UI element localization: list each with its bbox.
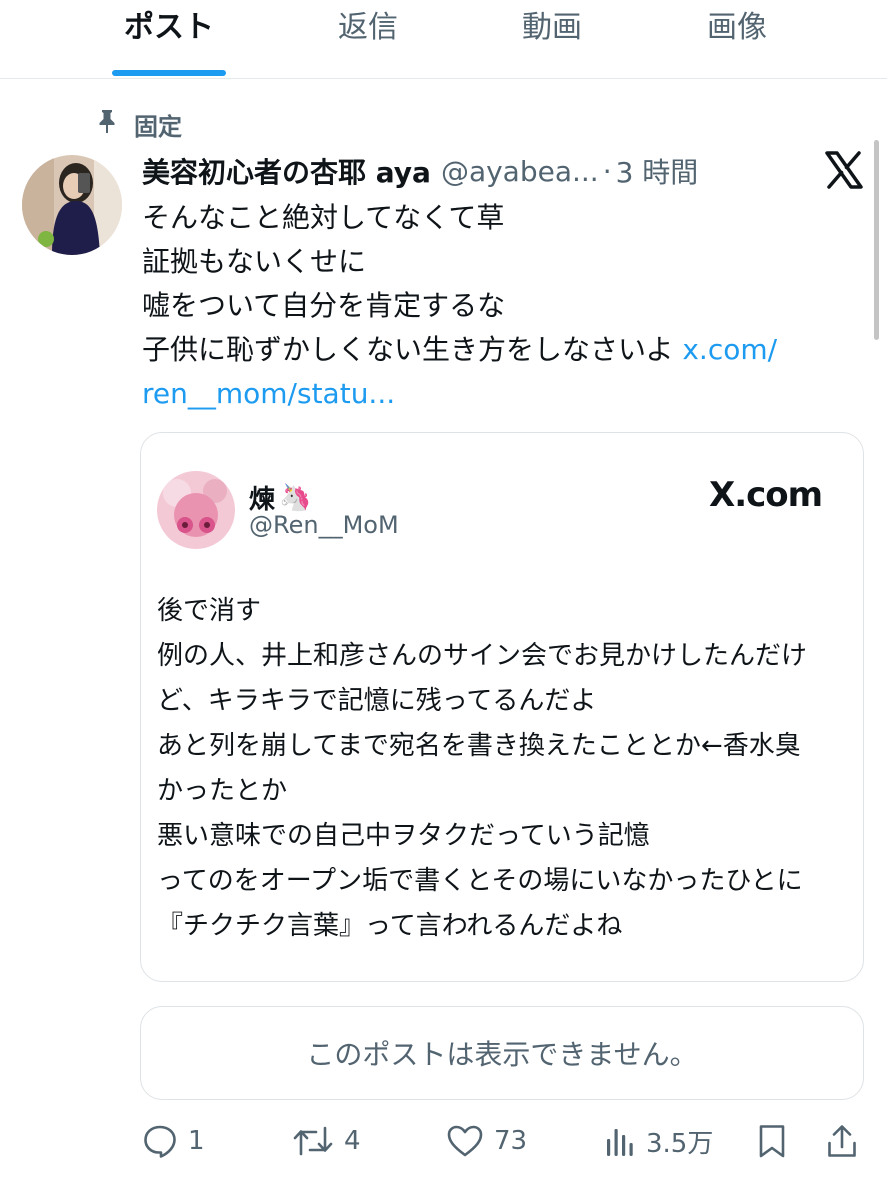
quote-body-line: ってのをオープン垢で書くとその場にいなかったひとに [157, 866, 803, 896]
quote-body-line: 悪い意味での自己中ヲタクだっていう記憶 [157, 821, 650, 851]
card-site-label: X.com [709, 475, 823, 515]
repost-count: 4 [344, 1126, 361, 1156]
quote-body-line: かったとか [157, 776, 288, 806]
link-preview-card[interactable]: 煉 🦄 @Ren__MoM X.com 後で消す 例の人、井上和彦さんのサイン会… [140, 432, 864, 982]
tab-posts[interactable]: ポスト [112, 8, 226, 48]
post-link[interactable]: x.com/ [682, 333, 777, 366]
post-text-line: 嘘をついて自分を肯定するな [142, 289, 506, 322]
unavailable-post-notice: このポストは表示できません。 [140, 1006, 864, 1100]
pinned-label: 固定 [96, 108, 182, 141]
quote-body-line: 後で消す [157, 596, 262, 626]
repost-button[interactable]: 4 [292, 1118, 361, 1164]
like-button[interactable]: 73 [446, 1118, 527, 1164]
author-name[interactable]: 美容初心者の杏耶 aya [142, 151, 431, 191]
active-tab-indicator [112, 70, 226, 76]
tab-videos[interactable]: 動画 [502, 8, 602, 48]
like-count: 73 [494, 1126, 528, 1156]
tab-replies[interactable]: 返信 [318, 8, 418, 48]
heart-icon [446, 1123, 484, 1159]
post-text-line-content: 子供に恥ずかしくない生き方をしなさいよ [142, 333, 674, 366]
author-avatar[interactable] [22, 155, 122, 255]
share-button[interactable] [826, 1118, 858, 1164]
scrollbar[interactable] [874, 140, 879, 340]
quote-body-line: 例の人、井上和彦さんのサイン会でお見かけしたんだけ [157, 641, 808, 671]
quote-body: 後で消す 例の人、井上和彦さんのサイン会でお見かけしたんだけ ど、キラキラで記憶… [157, 589, 857, 949]
post-header: 美容初心者の杏耶 aya @ayabea... · 3 時間 [142, 152, 698, 190]
views-chart-icon [604, 1123, 636, 1159]
post-time[interactable]: 3 時間 [616, 151, 699, 191]
post-text-line: そんなこと絶対してなくて草 [142, 201, 505, 234]
post-text-line: 証拠もないくせに [142, 245, 367, 278]
separator-dot: · [602, 154, 612, 188]
profile-tabs: ポスト 返信 動画 画像 [0, 0, 887, 79]
view-count: 3.5万 [646, 1128, 714, 1159]
x-logo-icon [824, 150, 864, 190]
repost-icon [292, 1123, 334, 1159]
post-actions: 1 4 73 3.5万 [0, 1118, 887, 1164]
pin-icon [96, 108, 118, 140]
tab-images[interactable]: 画像 [687, 8, 787, 48]
bookmark-icon [756, 1123, 788, 1159]
quote-author-avatar [157, 471, 235, 549]
author-handle[interactable]: @ayabea... [441, 155, 599, 188]
quote-body-line: あと列を崩してまで宛名を書き換えたこととか←香水臭 [157, 731, 801, 761]
reply-button[interactable]: 1 [142, 1118, 205, 1164]
post-link-continued[interactable]: ren__mom/statu... [142, 377, 395, 410]
reply-count: 1 [188, 1126, 205, 1156]
pinned-text: 固定 [134, 112, 182, 141]
bookmark-button[interactable] [756, 1118, 788, 1164]
reply-icon [142, 1123, 178, 1159]
post-text-line: 子供に恥ずかしくない生き方をしなさいよ x.com/ [142, 328, 872, 372]
post-text: そんなこと絶対してなくて草 証拠もないくせに 嘘をついて自分を肯定するな 子供に… [142, 196, 872, 416]
quote-body-line: ど、キラキラで記憶に残ってるんだよ [157, 686, 597, 716]
quote-body-line: 『チクチク言葉』って言われるんだよね [157, 911, 623, 941]
views-button[interactable]: 3.5万 [604, 1118, 713, 1164]
share-icon [826, 1123, 858, 1159]
unicorn-emoji-icon: 🦄 [279, 482, 312, 513]
quote-author-handle: @Ren__MoM [249, 511, 399, 539]
